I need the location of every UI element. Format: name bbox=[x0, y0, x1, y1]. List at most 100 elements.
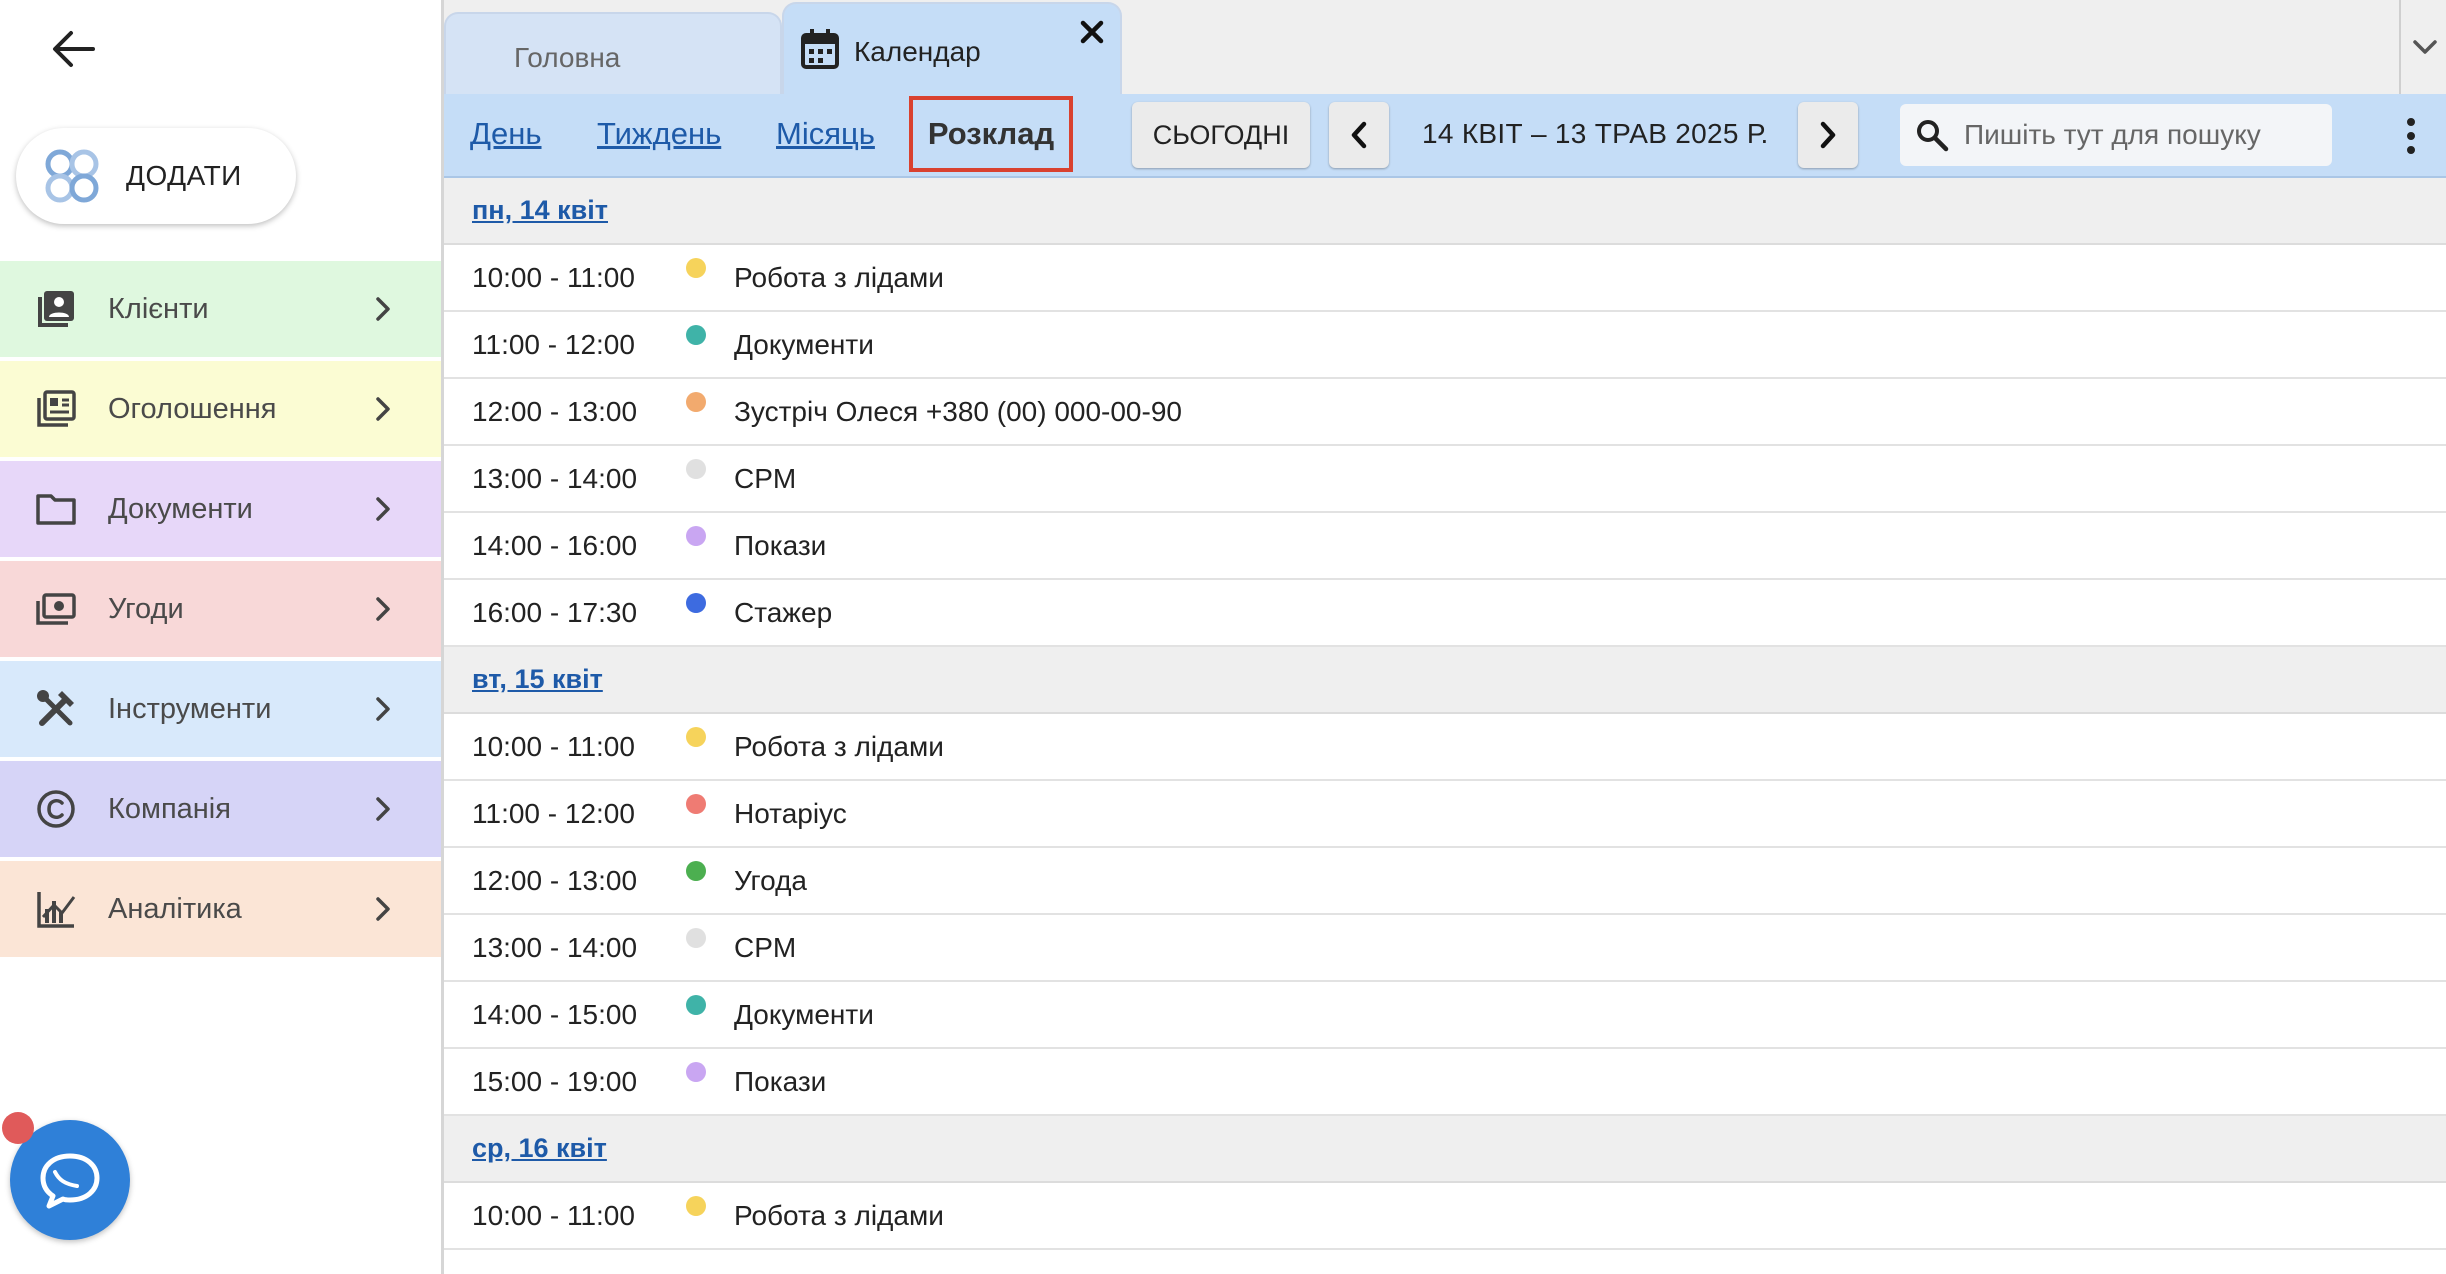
event-color-dot bbox=[686, 525, 706, 546]
chevron-right-icon bbox=[369, 295, 397, 323]
event-color-dot bbox=[686, 860, 706, 881]
event-row[interactable]: 16:00 - 17:30 Стажер bbox=[444, 580, 2446, 647]
chevron-right-icon bbox=[1820, 121, 1836, 149]
sidebar-nav: Клієнти Оголошення Документи Угоди Інструмен… bbox=[0, 261, 441, 961]
sidebar-item-clients[interactable]: Клієнти bbox=[0, 261, 441, 357]
sidebar-item-analytics[interactable]: Аналітика bbox=[0, 861, 441, 957]
main-panel: Головна Календар День Тиждень Місяць Роз… bbox=[441, 0, 2446, 1274]
search-icon bbox=[1917, 120, 1949, 152]
event-time: 11:00 - 12:00 bbox=[472, 797, 635, 829]
search-box bbox=[1900, 104, 2332, 166]
sidebar: ДОДАТИ Клієнти Оголошення Документи Угоди Ін… bbox=[0, 0, 441, 1274]
sidebar-item-documents[interactable]: Документи bbox=[0, 461, 441, 557]
event-time: 12:00 - 13:00 bbox=[472, 395, 638, 427]
chevron-right-icon bbox=[369, 595, 397, 623]
close-icon[interactable] bbox=[1078, 18, 1106, 46]
event-time: 10:00 - 11:00 bbox=[472, 261, 635, 293]
event-time: 14:00 - 15:00 bbox=[472, 998, 638, 1030]
event-row[interactable]: 11:00 - 12:00 Нотаріус bbox=[444, 781, 2446, 848]
notification-dot bbox=[2, 1112, 34, 1144]
back-button[interactable] bbox=[44, 22, 102, 76]
today-button[interactable]: СЬОГОДНІ bbox=[1132, 102, 1310, 168]
contacts-icon bbox=[34, 287, 78, 331]
event-color-dot bbox=[686, 391, 706, 412]
calendar-toolbar: День Тиждень Місяць Розклад СЬОГОДНІ 14 … bbox=[444, 94, 2446, 178]
search-input[interactable] bbox=[1964, 119, 2324, 151]
view-week-link[interactable]: Тиждень bbox=[597, 116, 721, 152]
more-vert-icon bbox=[2407, 118, 2415, 126]
event-row[interactable]: 14:00 - 15:00 Документи bbox=[444, 982, 2446, 1049]
view-day-link[interactable]: День bbox=[470, 116, 542, 152]
day-link[interactable]: вт, 15 квіт bbox=[472, 664, 603, 695]
sidebar-item-label: Угоди bbox=[108, 592, 184, 625]
tab-home[interactable]: Головна bbox=[444, 12, 782, 96]
tab-calendar-label: Календар bbox=[854, 36, 981, 67]
sidebar-item-listings[interactable]: Оголошення bbox=[0, 361, 441, 457]
sidebar-item-label: Оголошення bbox=[108, 392, 277, 425]
event-color-dot bbox=[686, 994, 706, 1015]
event-title: Робота з лідами bbox=[734, 1199, 944, 1231]
day-link[interactable]: пн, 14 квіт bbox=[472, 195, 608, 226]
day-header: ср, 16 квіт bbox=[444, 1116, 2446, 1183]
event-row[interactable]: 10:00 - 11:00 Робота з лідами bbox=[444, 245, 2446, 312]
event-title: Стажер bbox=[734, 596, 833, 628]
event-title: Покази bbox=[734, 1065, 827, 1097]
chevron-down-icon bbox=[2413, 40, 2437, 54]
event-title: Покази bbox=[734, 529, 827, 561]
chevron-right-icon bbox=[369, 395, 397, 423]
tab-home-label: Головна bbox=[514, 42, 621, 73]
event-color-dot bbox=[686, 592, 706, 613]
next-range-button[interactable] bbox=[1798, 102, 1858, 168]
more-options-button[interactable] bbox=[2401, 114, 2421, 158]
view-schedule-button[interactable]: Розклад bbox=[909, 96, 1073, 172]
event-color-dot bbox=[686, 324, 706, 345]
sidebar-item-label: Інструменти bbox=[108, 692, 272, 725]
event-time: 16:00 - 17:30 bbox=[472, 596, 638, 628]
arrow-left-icon bbox=[53, 31, 95, 67]
event-title: Документи bbox=[734, 328, 874, 360]
money-icon bbox=[34, 587, 78, 631]
event-row[interactable]: 15:00 - 19:00 Покази bbox=[444, 1049, 2446, 1116]
chevron-left-icon bbox=[1351, 121, 1367, 149]
chevron-right-icon bbox=[369, 895, 397, 923]
event-color-dot bbox=[686, 458, 706, 479]
prev-range-button[interactable] bbox=[1329, 102, 1389, 168]
calendar-icon bbox=[801, 29, 839, 69]
event-row[interactable]: 13:00 - 14:00 CPM bbox=[444, 446, 2446, 513]
event-title: Документи bbox=[734, 998, 874, 1030]
event-row[interactable]: 11:00 - 12:00 Документи bbox=[444, 312, 2446, 379]
chevron-right-icon bbox=[369, 695, 397, 723]
day-link[interactable]: ср, 16 квіт bbox=[472, 1133, 607, 1164]
tools-icon bbox=[34, 687, 78, 731]
event-time: 12:00 - 13:00 bbox=[472, 864, 638, 896]
event-title: CPM bbox=[734, 462, 797, 494]
event-title: CPM bbox=[734, 931, 797, 963]
add-button[interactable]: ДОДАТИ bbox=[16, 128, 296, 224]
event-row[interactable]: 12:00 - 13:00 Зустріч Олеся +380 (00) 000… bbox=[444, 379, 2446, 446]
listing-icon bbox=[34, 387, 78, 431]
date-range-label: 14 КВІТ – 13 ТРАВ 2025 Р. bbox=[1422, 118, 1769, 149]
event-color-dot bbox=[686, 1061, 706, 1082]
tabs-dropdown-button[interactable] bbox=[2399, 0, 2446, 94]
event-row[interactable]: 14:00 - 16:00 Покази bbox=[444, 513, 2446, 580]
tab-bar: Головна Календар bbox=[444, 0, 2446, 96]
view-month-link[interactable]: Місяць bbox=[776, 116, 875, 152]
event-row[interactable]: 12:00 - 13:00 Угода bbox=[444, 848, 2446, 915]
event-color-dot bbox=[686, 726, 706, 747]
analytics-icon bbox=[34, 887, 78, 931]
sidebar-item-tools[interactable]: Інструменти bbox=[0, 661, 441, 757]
event-color-dot bbox=[686, 1195, 706, 1216]
copyright-icon bbox=[34, 787, 78, 831]
event-row[interactable]: 10:00 - 11:00 Робота з лідами bbox=[444, 714, 2446, 781]
sidebar-item-company[interactable]: Компанія bbox=[0, 761, 441, 857]
day-header: пн, 14 квіт bbox=[444, 178, 2446, 245]
sidebar-item-deals[interactable]: Угоди bbox=[0, 561, 441, 657]
event-row[interactable]: 13:00 - 14:00 CPM bbox=[444, 915, 2446, 982]
chevron-right-icon bbox=[369, 795, 397, 823]
event-title: Угода bbox=[734, 864, 807, 896]
event-title: Нотаріус bbox=[734, 797, 847, 829]
chat-icon bbox=[40, 1153, 100, 1209]
tab-calendar[interactable]: Календар bbox=[782, 2, 1122, 96]
sidebar-item-label: Компанія bbox=[108, 792, 231, 825]
event-row[interactable]: 10:00 - 11:00 Робота з лідами bbox=[444, 1183, 2446, 1250]
